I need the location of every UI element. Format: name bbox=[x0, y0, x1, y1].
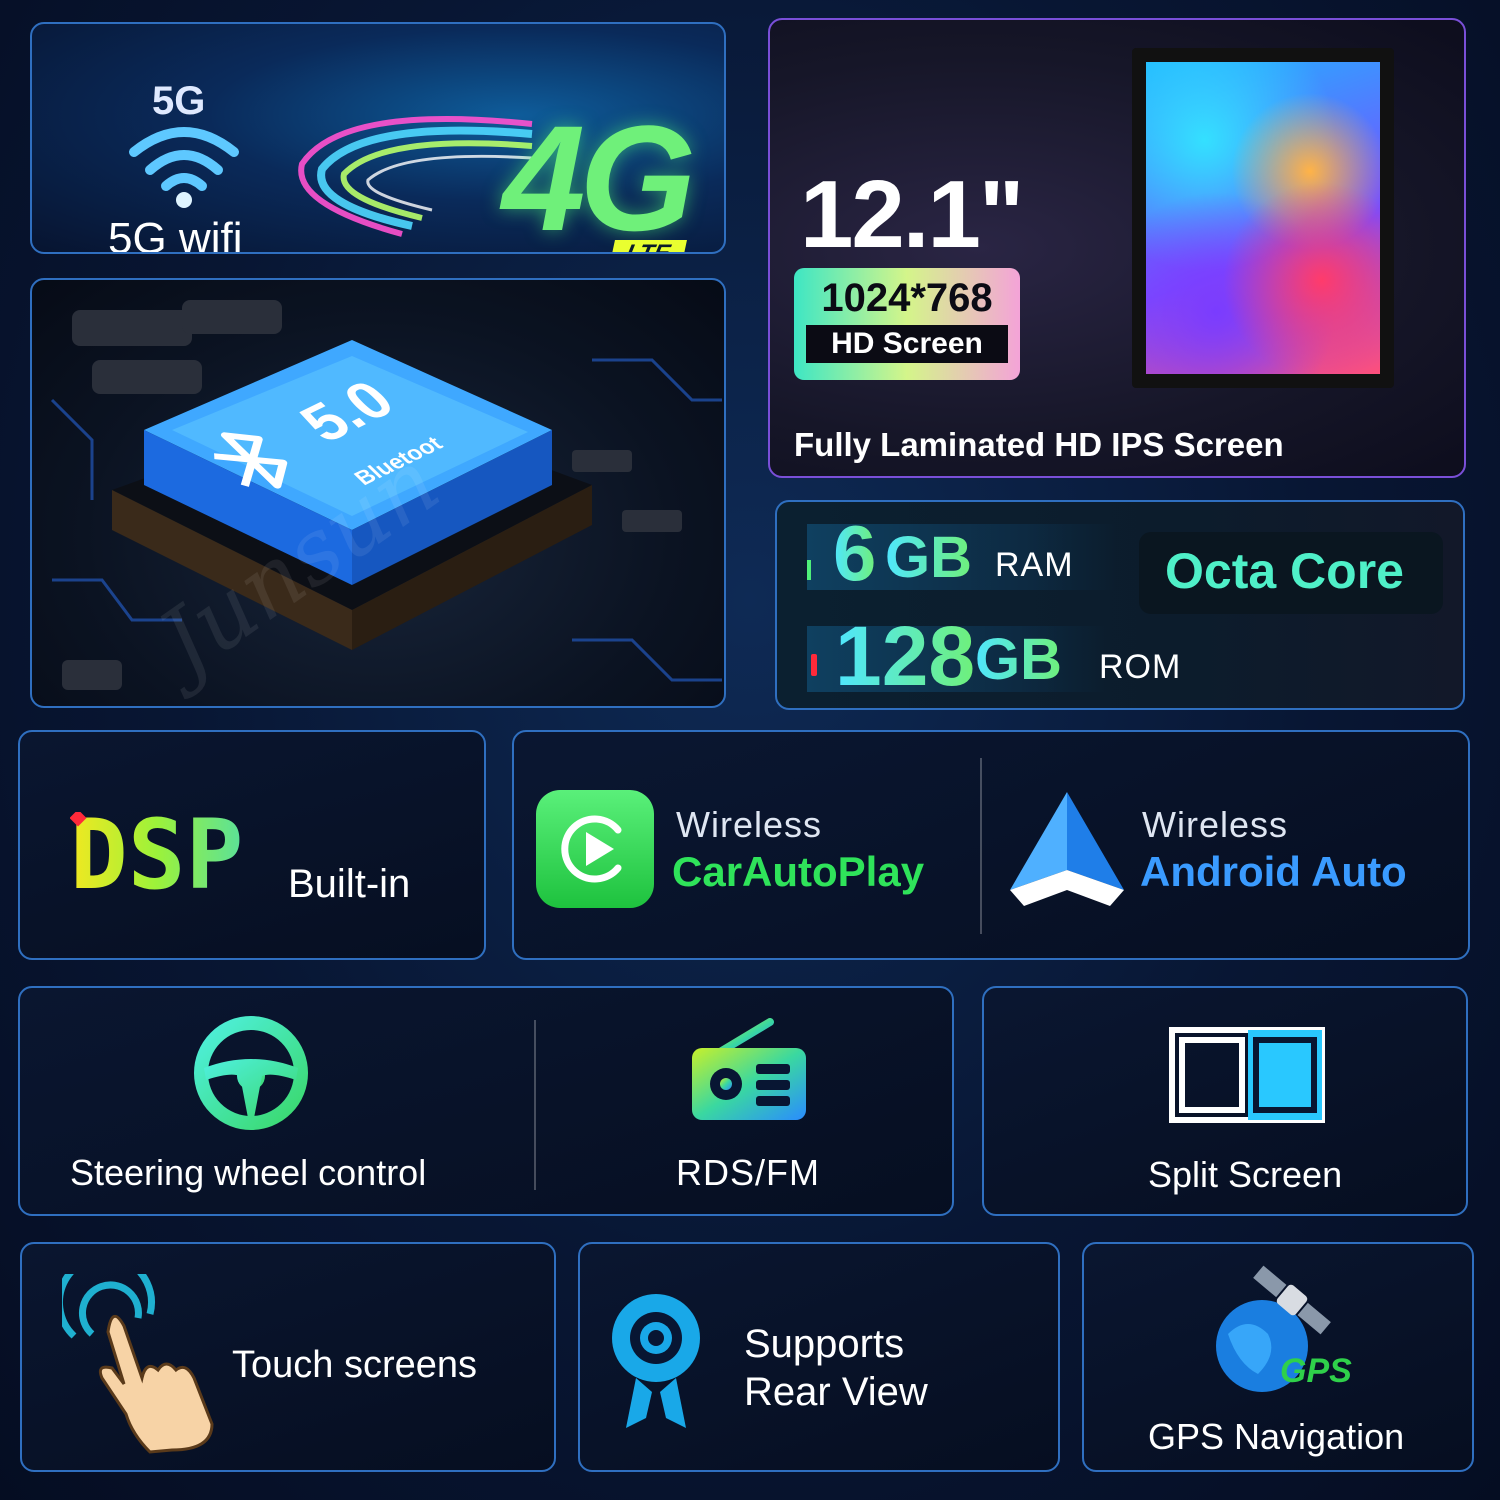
tablet-wallpaper bbox=[1146, 62, 1380, 374]
rom-value: 128 bbox=[835, 609, 976, 703]
split-screen-label: Split Screen bbox=[1148, 1154, 1343, 1195]
rom-label: ROM bbox=[1099, 648, 1182, 686]
hd-screen-label: HD Screen bbox=[806, 325, 1008, 363]
gps-badge: GPS bbox=[1280, 1352, 1352, 1390]
cpu-label: Octa Core bbox=[1165, 543, 1404, 599]
rear-view-card: Supports Rear View bbox=[578, 1242, 1060, 1472]
network-card: 5G 5G wifi 4G LTE bbox=[30, 22, 726, 254]
touch-card: Touch screens bbox=[20, 1242, 556, 1472]
wifi-icon bbox=[129, 127, 239, 208]
divider bbox=[980, 758, 982, 934]
carplay-icon bbox=[536, 790, 654, 908]
carplay-name: CarAutoPlay bbox=[672, 848, 925, 895]
dsp-card: DSP Built-in bbox=[18, 730, 486, 960]
resolution-value: 1024*768 bbox=[821, 276, 993, 320]
touch-label: Touch screens bbox=[232, 1344, 478, 1386]
rom-indicator bbox=[811, 654, 817, 676]
resolution-badge: 1024*768 HD Screen bbox=[794, 268, 1020, 380]
android-auto-name: Android Auto bbox=[1140, 848, 1407, 895]
carplay-prefix: Wireless bbox=[676, 804, 823, 845]
ram-value: 6 bbox=[833, 509, 877, 597]
screen-description: Fully Laminated HD IPS Screen bbox=[794, 426, 1284, 463]
tablet-icon bbox=[1132, 48, 1394, 388]
ram-indicator bbox=[807, 560, 811, 580]
dsp-logo: DSP bbox=[70, 812, 243, 902]
rear-view-line1: Supports bbox=[744, 1322, 905, 1366]
wifi-5g-badge: 5G bbox=[152, 79, 206, 123]
gps-card: GPS GPS Navigation bbox=[1082, 1242, 1474, 1472]
cellular-4g-logo: 4G bbox=[502, 94, 696, 254]
projection-card: Wireless CarAutoPlay Wireless Android Au… bbox=[512, 730, 1470, 960]
rear-view-line2: Rear View bbox=[744, 1370, 928, 1414]
memory-card: 6 GB RAM 128 GB ROM Octa Core bbox=[775, 500, 1465, 710]
android-auto-icon bbox=[1010, 792, 1124, 906]
screen-card: 12.1" 1024*768 HD Screen Fully Laminated… bbox=[768, 18, 1466, 478]
chip-icon bbox=[50, 300, 722, 690]
ram-label: RAM bbox=[995, 546, 1074, 584]
camera-icon bbox=[612, 1294, 700, 1428]
divider bbox=[534, 1020, 536, 1190]
split-screen-card: Split Screen bbox=[982, 986, 1468, 1216]
wifi-label: 5G wifi bbox=[108, 214, 243, 254]
dsp-label: Built-in bbox=[288, 862, 411, 906]
controls-card: Steering wheel control RDS/FM bbox=[18, 986, 954, 1216]
ram-unit: GB bbox=[885, 525, 972, 590]
rom-unit: GB bbox=[975, 627, 1062, 692]
lte-tag: LTE bbox=[609, 240, 687, 252]
gps-label: GPS Navigation bbox=[1148, 1416, 1405, 1457]
screen-size: 12.1" bbox=[800, 161, 1024, 268]
bluetooth-card: 5.0 Bluetoot Junsun bbox=[30, 278, 726, 708]
android-auto-prefix: Wireless bbox=[1142, 804, 1289, 845]
radio-label: RDS/FM bbox=[676, 1152, 820, 1193]
radio-icon bbox=[692, 1018, 806, 1120]
split-screen-icon bbox=[1169, 1027, 1325, 1123]
touch-hand-icon bbox=[62, 1274, 214, 1454]
dsp-logo-text: DSP bbox=[70, 812, 243, 902]
cpu-badge: Octa Core bbox=[1139, 532, 1443, 614]
steering-wheel-icon bbox=[194, 1016, 308, 1130]
steering-label: Steering wheel control bbox=[70, 1152, 427, 1193]
